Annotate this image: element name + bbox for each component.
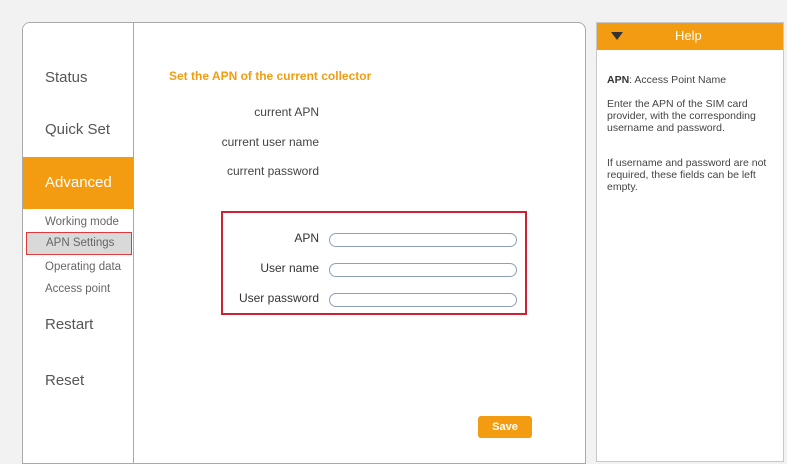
sidebar-subitem-access-point[interactable]: Access point bbox=[45, 279, 110, 299]
sidebar-item-label: Restart bbox=[45, 316, 94, 333]
help-apn-term: APN bbox=[607, 74, 630, 86]
sidebar-item-label: Advanced bbox=[45, 174, 112, 191]
sidebar-subitem-label: Operating data bbox=[45, 261, 122, 273]
help-panel: Help APN: Access Point Name Enter the AP… bbox=[596, 22, 784, 462]
help-apn-definition-text: : Access Point Name bbox=[629, 74, 727, 86]
help-paragraph-1: Enter the APN of the SIM card provider, … bbox=[607, 98, 756, 134]
sidebar-subitem-apn-settings[interactable]: APN Settings bbox=[26, 232, 132, 255]
sidebar-item-restart[interactable]: Restart bbox=[23, 299, 133, 351]
current-apn-label: current APN bbox=[254, 105, 319, 119]
page-title: Set the APN of the current collector bbox=[169, 69, 372, 83]
sidebar-item-reset[interactable]: Reset bbox=[23, 355, 133, 407]
sidebar: Status Quick Set Advanced Working mode A… bbox=[23, 23, 134, 463]
sidebar-subitem-label: Working mode bbox=[45, 216, 119, 228]
main-panel: Status Quick Set Advanced Working mode A… bbox=[22, 22, 586, 464]
current-password-label: current password bbox=[226, 164, 319, 178]
username-input[interactable] bbox=[329, 263, 517, 277]
help-paragraph-2: If username and password are not require… bbox=[607, 157, 767, 193]
apn-form: APN User name User password bbox=[221, 211, 527, 315]
password-input[interactable] bbox=[329, 293, 517, 307]
sidebar-subitem-label: APN Settings bbox=[46, 237, 115, 249]
sidebar-item-label: Reset bbox=[45, 372, 85, 389]
sidebar-subitem-label: Access point bbox=[45, 283, 111, 295]
sidebar-item-label: Quick Set bbox=[45, 121, 111, 138]
help-apn-definition: APN: Access Point Name bbox=[607, 74, 777, 86]
help-title: Help bbox=[675, 28, 702, 43]
current-username-label: current user name bbox=[221, 135, 319, 149]
sidebar-item-quick-set[interactable]: Quick Set bbox=[23, 104, 133, 156]
apn-label: APN bbox=[294, 231, 319, 245]
save-button[interactable]: Save bbox=[478, 416, 532, 438]
sidebar-item-advanced[interactable]: Advanced bbox=[23, 157, 133, 209]
collapse-arrow-icon[interactable] bbox=[611, 32, 623, 40]
help-header[interactable]: Help bbox=[597, 23, 783, 50]
password-label: User password bbox=[238, 291, 319, 305]
sidebar-subitem-operating-data[interactable]: Operating data bbox=[45, 257, 121, 277]
username-label: User name bbox=[260, 261, 319, 275]
sidebar-item-status[interactable]: Status bbox=[23, 52, 133, 104]
apn-input[interactable] bbox=[329, 233, 517, 247]
sidebar-item-label: Status bbox=[45, 69, 88, 86]
sidebar-subitem-working-mode[interactable]: Working mode bbox=[45, 212, 119, 232]
